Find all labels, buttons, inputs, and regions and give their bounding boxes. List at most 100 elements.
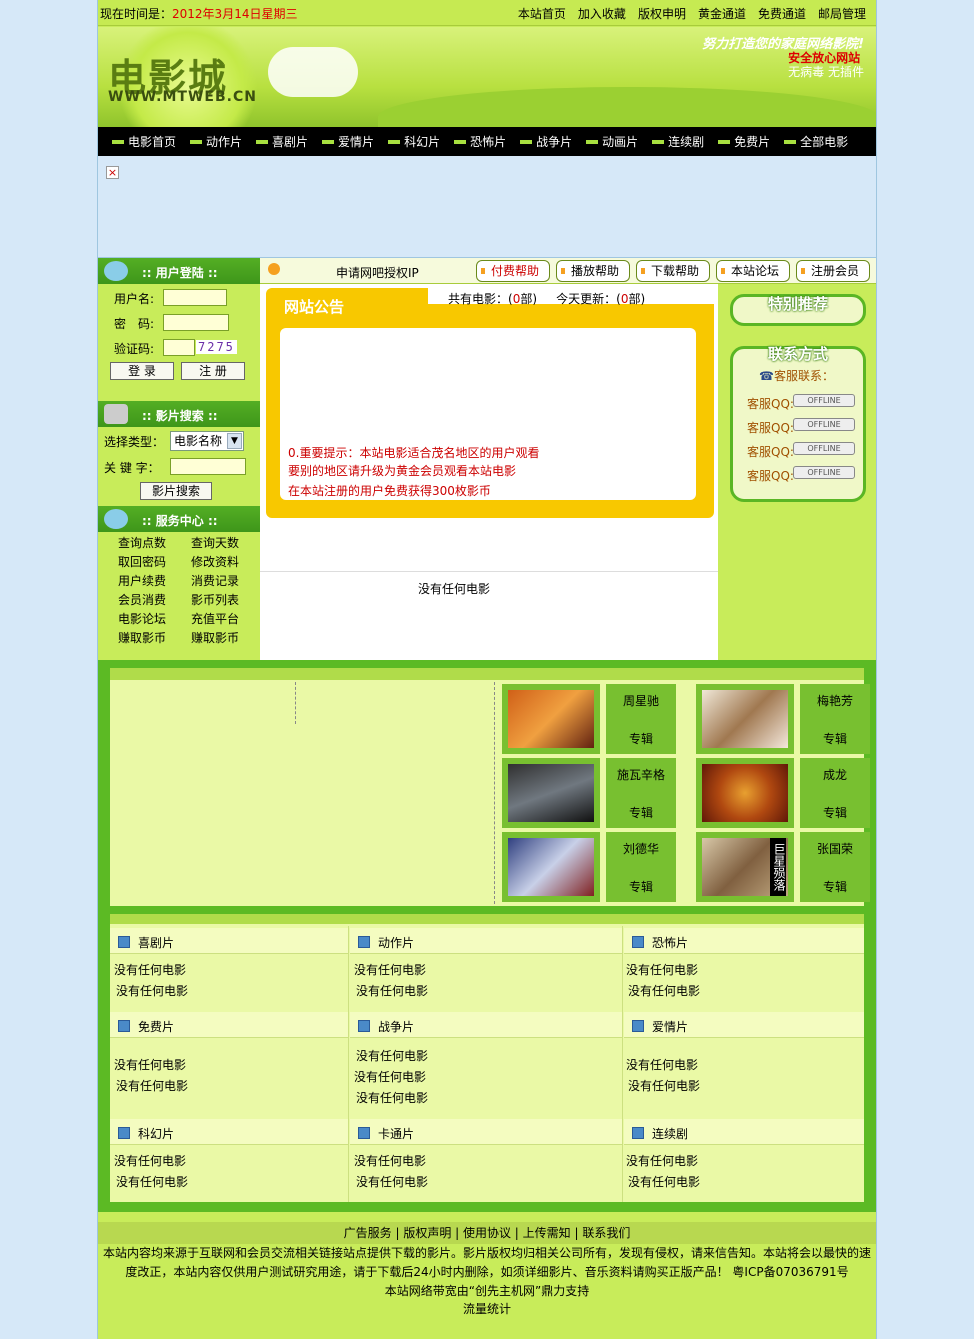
qq-status-icon[interactable]: OFFLINE <box>793 466 855 479</box>
service-earn-coins[interactable]: 赚取影币 <box>118 629 166 646</box>
star-photo-5[interactable] <box>502 832 600 902</box>
qq-label-2: 客服QQ: <box>747 421 794 435</box>
chevron-down-icon[interactable]: ▼ <box>227 433 242 449</box>
bullet-icon <box>652 139 665 144</box>
nav-item-comedy[interactable]: 喜剧片 <box>256 133 308 150</box>
main-nav: 电影首页 动作片 喜剧片 爱情片 科幻片 恐怖片 战争片 动画片 连续剧 免费片… <box>98 127 876 156</box>
time-label: 现在时间是： <box>100 7 173 21</box>
star-item-6[interactable]: 张国荣 专辑 <box>800 832 870 902</box>
qq-status-icon[interactable]: OFFLINE <box>793 442 855 455</box>
footer-stats-link[interactable]: 流量统计 <box>98 1300 876 1319</box>
nav-item-free[interactable]: 免费片 <box>718 133 770 150</box>
star-photo-6[interactable]: 巨星殒落 <box>696 832 794 902</box>
login-title: :: 用户登陆 :: <box>142 266 218 280</box>
service-query-days[interactable]: 查询天数 <box>191 534 239 551</box>
notice-title: 网站公告 <box>284 298 345 316</box>
category-header-romance[interactable]: 爱情片 <box>624 1012 864 1038</box>
star-photo-4[interactable] <box>696 758 794 828</box>
nav-item-horror[interactable]: 恐怖片 <box>454 133 506 150</box>
search-button[interactable]: 影片搜索 <box>140 482 212 500</box>
site-logo-url: WWW.MTWEB.CN <box>108 89 257 105</box>
nav-item-all[interactable]: 全部电影 <box>784 133 848 150</box>
bullet-icon <box>721 268 725 274</box>
current-time: 现在时间是：2012年3月14日星期三 <box>100 5 297 22</box>
service-recover-password[interactable]: 取回密码 <box>118 553 166 570</box>
link-copyright[interactable]: 版权申明 <box>638 5 686 22</box>
empty-text: 没有任何电影 <box>628 1079 701 1093</box>
play-help-button[interactable]: 播放帮助 <box>556 260 631 282</box>
nav-item-action[interactable]: 动作片 <box>190 133 242 150</box>
service-renew[interactable]: 用户续费 <box>118 572 166 589</box>
link-free-channel[interactable]: 免费通道 <box>758 5 806 22</box>
nav-item-war[interactable]: 战争片 <box>520 133 572 150</box>
bullet-icon <box>784 139 797 144</box>
category-header-action[interactable]: 动作片 <box>350 928 622 954</box>
star-photo-1[interactable] <box>502 684 600 754</box>
service-recharge[interactable]: 充值平台 <box>191 610 239 627</box>
star-item-2[interactable]: 梅艳芳 专辑 <box>800 684 870 754</box>
captcha-input[interactable] <box>163 339 195 356</box>
search-type-select[interactable]: 电影名称 ▼ <box>170 431 244 451</box>
service-edit-profile[interactable]: 修改资料 <box>191 553 239 570</box>
forum-button[interactable]: 本站论坛 <box>716 260 791 282</box>
safe-line-1: 安全放心网站 <box>788 51 861 65</box>
nav-item-romance[interactable]: 爱情片 <box>322 133 374 150</box>
bullet-icon <box>268 263 280 275</box>
bullet-icon <box>586 139 599 144</box>
username-input[interactable] <box>163 289 227 306</box>
nav-item-home[interactable]: 电影首页 <box>112 133 176 150</box>
qq-label-1: 客服QQ: <box>747 397 794 411</box>
category-icon <box>632 1127 644 1139</box>
category-icon <box>118 936 130 948</box>
center-empty-text: 没有任何电影 <box>418 582 491 596</box>
keyword-input[interactable] <box>170 458 246 475</box>
link-home[interactable]: 本站首页 <box>518 5 566 22</box>
star-item-4[interactable]: 成龙 专辑 <box>800 758 870 828</box>
service-earn-coins-2[interactable]: 赚取影币 <box>191 629 239 646</box>
qq-status-icon[interactable]: OFFLINE <box>793 394 855 407</box>
empty-text: 没有任何电影 <box>114 1154 187 1168</box>
category-header-free[interactable]: 免费片 <box>110 1012 348 1038</box>
register-button[interactable]: 注 册 <box>181 362 245 380</box>
nav-item-scifi[interactable]: 科幻片 <box>388 133 440 150</box>
page: 现在时间是：2012年3月14日星期三 本站首页 加入收藏 版权申明 黄金通道 … <box>97 0 877 1339</box>
qq-status-icon[interactable]: OFFLINE <box>793 418 855 431</box>
bullet-icon <box>322 139 335 144</box>
login-button[interactable]: 登 录 <box>110 362 174 380</box>
bullet-icon <box>520 139 533 144</box>
time-value: 2012年3月14日星期三 <box>172 7 298 21</box>
service-header: :: 服务中心 :: <box>98 506 260 532</box>
service-member-spend[interactable]: 会员消费 <box>118 591 166 608</box>
category-header-horror[interactable]: 恐怖片 <box>624 928 864 954</box>
star-photo-2[interactable] <box>696 684 794 754</box>
empty-text: 没有任何电影 <box>114 963 187 977</box>
category-header-scifi[interactable]: 科幻片 <box>110 1119 348 1145</box>
footer-links[interactable]: 广告服务 | 版权声明 | 使用协议 | 上传需知 | 联系我们 <box>98 1222 876 1244</box>
contact-title: 联系方式 <box>767 345 828 363</box>
star-photo-3[interactable] <box>502 758 600 828</box>
category-header-war[interactable]: 战争片 <box>350 1012 622 1038</box>
link-bookmark[interactable]: 加入收藏 <box>578 5 626 22</box>
star-item-1[interactable]: 周星驰 专辑 <box>606 684 676 754</box>
service-forum[interactable]: 电影论坛 <box>118 610 166 627</box>
register-member-button[interactable]: 注册会员 <box>796 260 871 282</box>
service-records[interactable]: 消费记录 <box>191 572 239 589</box>
download-help-button[interactable]: 下载帮助 <box>636 260 711 282</box>
apply-netcafe-ip-link[interactable]: 申请网吧授权IP <box>336 264 419 281</box>
category-header-series[interactable]: 连续剧 <box>624 1119 864 1145</box>
qq-label-3: 客服QQ: <box>747 445 794 459</box>
broken-image-icon[interactable]: × <box>106 166 119 179</box>
service-coin-list[interactable]: 影币列表 <box>191 591 239 608</box>
nav-item-animation[interactable]: 动画片 <box>586 133 638 150</box>
star-item-3[interactable]: 施瓦辛格 专辑 <box>606 758 676 828</box>
category-header-comedy[interactable]: 喜剧片 <box>110 928 348 954</box>
pay-help-button[interactable]: 付费帮助 <box>476 260 551 282</box>
service-query-points[interactable]: 查询点数 <box>118 534 166 551</box>
link-gold-channel[interactable]: 黄金通道 <box>698 5 746 22</box>
link-mail-admin[interactable]: 邮局管理 <box>818 5 866 22</box>
star-item-5[interactable]: 刘德华 专辑 <box>606 832 676 902</box>
nav-item-series[interactable]: 连续剧 <box>652 133 704 150</box>
recommend-box: 特别推荐 <box>730 294 866 326</box>
category-header-cartoon[interactable]: 卡通片 <box>350 1119 622 1145</box>
password-input[interactable] <box>163 314 229 331</box>
